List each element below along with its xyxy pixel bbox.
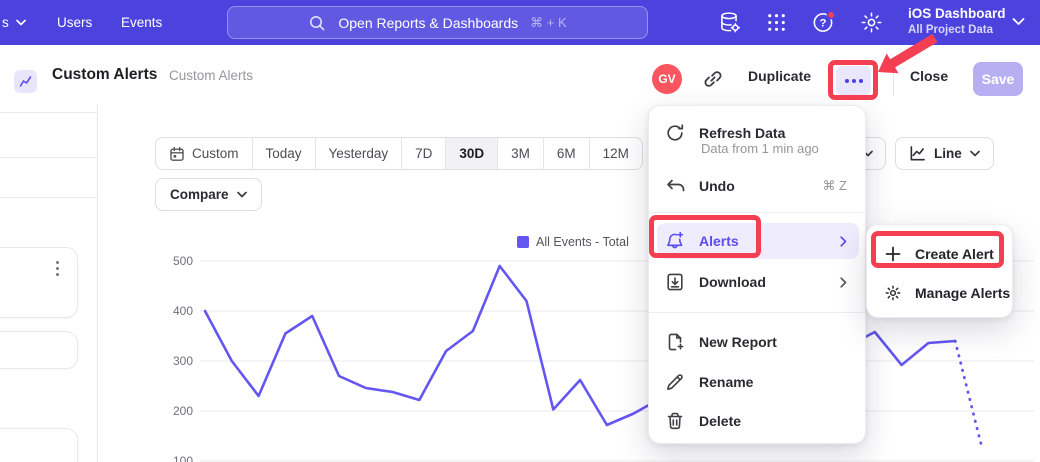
date-range-7d[interactable]: 7D — [402, 138, 446, 169]
date-range-30d-active[interactable]: 30D — [446, 138, 498, 169]
plus-icon — [884, 245, 902, 263]
date-range-6m[interactable]: 6M — [544, 138, 590, 169]
line-chart-icon — [909, 145, 926, 162]
chevron-down-icon — [237, 191, 247, 198]
project-switcher[interactable]: iOS Dashboard All Project Data — [908, 5, 1006, 38]
date-range-12m[interactable]: 12M — [590, 138, 642, 169]
legend-swatch — [517, 236, 529, 248]
project-name: iOS Dashboard — [908, 5, 1006, 23]
submenu-item-manage-alerts[interactable]: Manage Alerts — [875, 275, 1006, 311]
top-navigation-bar: s Users Events Open Reports & Dashboards… — [0, 0, 1040, 45]
apps-grid-icon[interactable] — [764, 10, 789, 35]
sidebar-divider — [0, 197, 98, 198]
nav-cutoff-label: s — [2, 15, 9, 30]
y-axis-label: 400 — [159, 303, 193, 319]
y-axis-label: 300 — [159, 353, 193, 369]
nav-item-users[interactable]: Users — [57, 0, 92, 45]
sidebar-report-card[interactable] — [0, 428, 78, 462]
svg-text:?: ? — [819, 18, 826, 30]
notification-badge — [827, 11, 835, 19]
settings-icon[interactable] — [859, 10, 884, 35]
gear-icon — [884, 284, 902, 302]
compare-button[interactable]: Compare — [155, 178, 262, 211]
bell-plus-icon — [665, 231, 685, 251]
global-search-input[interactable]: Open Reports & Dashboards ⌘ + K — [227, 6, 648, 39]
pencil-icon — [665, 372, 685, 392]
date-range-today[interactable]: Today — [253, 138, 316, 169]
refresh-icon — [665, 123, 685, 143]
search-shortcut: ⌘ + K — [530, 15, 567, 31]
y-axis-label: 100 — [159, 453, 193, 462]
menu-item-undo[interactable]: Undo ⌘ Z — [657, 168, 859, 204]
sidebar-divider — [0, 157, 98, 158]
y-axis-label: 200 — [159, 403, 193, 419]
chevron-down-icon — [16, 19, 26, 26]
menu-separator — [649, 312, 867, 313]
trash-icon — [665, 411, 685, 431]
search-placeholder: Open Reports & Dashboards — [338, 15, 518, 31]
chevron-right-icon — [840, 277, 847, 288]
sidebar-report-card[interactable] — [0, 331, 78, 369]
date-range-3m[interactable]: 3M — [498, 138, 544, 169]
search-icon — [308, 14, 326, 32]
help-icon[interactable]: ? — [811, 10, 836, 35]
menu-item-rename[interactable]: Rename — [657, 364, 859, 400]
chart-type-button[interactable]: Line — [895, 137, 994, 170]
nav-item-cutoff[interactable]: s — [2, 0, 26, 45]
menu-item-delete[interactable]: Delete — [657, 403, 859, 439]
menu-item-new-report[interactable]: New Report — [657, 324, 859, 360]
menu-separator — [649, 212, 867, 213]
card-kebab-menu[interactable] — [54, 259, 61, 278]
calendar-icon — [169, 146, 185, 162]
date-range-custom[interactable]: Custom — [156, 138, 253, 169]
date-range-selector: Custom Today Yesterday 7D 30D 3M 6M 12M — [155, 137, 643, 170]
submenu-item-create-alert[interactable]: Create Alert — [875, 236, 1006, 272]
menu-item-alerts[interactable]: Alerts — [657, 223, 859, 259]
chart-line-dotted-tail — [955, 341, 982, 448]
chart-legend[interactable]: All Events - Total — [517, 235, 629, 249]
new-report-icon — [665, 332, 685, 352]
undo-icon — [665, 176, 685, 196]
undo-shortcut: ⌘ Z — [822, 178, 847, 194]
chevron-down-icon — [970, 150, 980, 157]
chevron-right-icon — [840, 236, 847, 247]
date-range-yesterday[interactable]: Yesterday — [316, 138, 403, 169]
app-window: s Users Events Open Reports & Dashboards… — [0, 0, 1040, 462]
data-management-icon[interactable] — [717, 10, 742, 35]
sidebar-divider — [0, 112, 98, 113]
menu-item-download[interactable]: Download — [657, 264, 859, 300]
nav-item-events[interactable]: Events — [121, 0, 162, 45]
alerts-submenu: Create Alert Manage Alerts — [866, 224, 1013, 318]
project-chevron-down-icon[interactable] — [1012, 17, 1025, 26]
more-options-menu: Refresh Data Data from 1 min ago Undo ⌘ … — [648, 105, 866, 444]
download-icon — [665, 272, 685, 292]
project-scope: All Project Data — [908, 23, 1006, 38]
left-sidebar — [0, 105, 98, 462]
sidebar-report-card[interactable] — [0, 247, 78, 318]
legend-label: All Events - Total — [536, 235, 629, 249]
y-axis-label: 500 — [159, 253, 193, 269]
menu-refresh-sublabel: Data from 1 min ago — [701, 141, 819, 156]
